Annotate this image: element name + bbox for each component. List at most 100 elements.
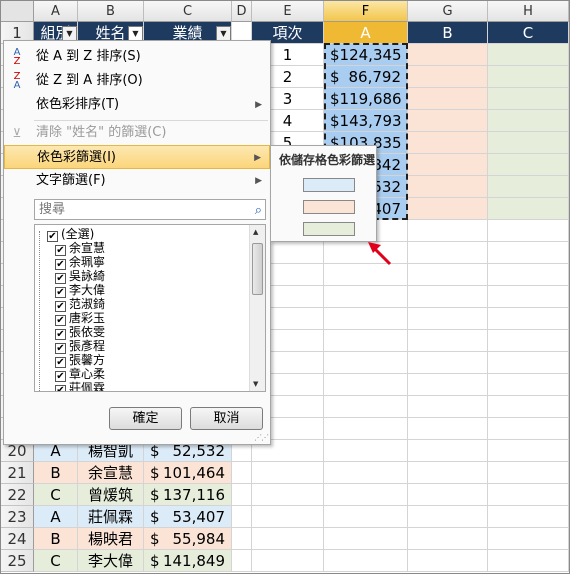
empty-cell[interactable] [488, 484, 569, 506]
empty-cell[interactable] [324, 484, 408, 506]
column-header-d[interactable]: D [232, 1, 252, 22]
list-item[interactable]: ✔ 張彥程 [55, 339, 105, 354]
empty-cell[interactable] [324, 352, 408, 374]
empty-cell[interactable] [408, 396, 488, 418]
row-header[interactable]: 22 [1, 484, 34, 506]
list-item[interactable]: ✔ 莊佩霖 [55, 381, 105, 391]
cell-g[interactable] [408, 154, 488, 176]
empty-cell[interactable] [488, 242, 569, 264]
list-item[interactable]: ✔ 吳詠綺 [55, 269, 105, 284]
column-header-b[interactable]: B [78, 1, 144, 22]
cell-name[interactable]: 曾煖筑 [78, 484, 144, 506]
empty-cell[interactable] [408, 528, 488, 550]
cell-g[interactable] [408, 66, 488, 88]
empty-cell[interactable] [408, 286, 488, 308]
column-header-a[interactable]: A [34, 1, 78, 22]
ok-button[interactable]: 確定 [109, 407, 182, 430]
row-header[interactable]: 25 [1, 550, 34, 572]
cell-name[interactable]: 莊佩霖 [78, 506, 144, 528]
empty-cell[interactable] [408, 418, 488, 440]
checkbox[interactable]: ✔ [55, 385, 66, 391]
cell-h[interactable] [488, 66, 569, 88]
cell-h[interactable] [488, 44, 569, 66]
filter-dropdown-name[interactable]: ▼ [128, 26, 143, 41]
empty-cell[interactable] [252, 550, 324, 572]
empty-cell[interactable] [488, 396, 569, 418]
row-header[interactable]: 21 [1, 462, 34, 484]
empty-cell[interactable] [488, 374, 569, 396]
empty-cell[interactable] [324, 308, 408, 330]
menu-filter-by-color[interactable]: 依色彩篩選(I) ▶ [4, 145, 270, 169]
search-input[interactable]: 搜尋 ⌕ [34, 199, 266, 220]
empty-cell[interactable] [408, 506, 488, 528]
empty-cell[interactable] [324, 396, 408, 418]
color-swatch-blue[interactable] [303, 178, 355, 192]
cell-g[interactable] [408, 198, 488, 220]
menu-sort-za[interactable]: ZA 從 Z 到 A 排序(O) [4, 69, 270, 93]
cell-name[interactable]: 楊映君 [78, 528, 144, 550]
menu-sort-az[interactable]: AZ 從 A 到 Z 排序(S) [4, 45, 270, 69]
list-item[interactable]: ✔ (全選) [47, 227, 94, 242]
column-header-f[interactable]: F [324, 1, 408, 22]
cell-g[interactable] [408, 44, 488, 66]
cancel-button[interactable]: 取消 [190, 407, 263, 430]
list-item[interactable]: ✔ 章心柔 [55, 367, 105, 382]
empty-cell[interactable] [488, 418, 569, 440]
empty-cell[interactable] [488, 264, 569, 286]
row-header[interactable]: 24 [1, 528, 34, 550]
resize-grip-icon[interactable]: ⋰⋰ [254, 433, 269, 442]
cell-group[interactable]: C [34, 550, 78, 572]
empty-cell[interactable] [488, 308, 569, 330]
empty-cell[interactable] [408, 484, 488, 506]
cell-group[interactable]: B [34, 528, 78, 550]
empty-cell[interactable] [408, 440, 488, 462]
list-item[interactable]: ✔ 張馨方 [55, 353, 105, 368]
list-item[interactable]: ✔ 余珮寧 [55, 255, 105, 270]
scroll-down-icon[interactable]: ▼ [253, 380, 258, 388]
cell-amount[interactable]: $101,464 [144, 462, 232, 484]
column-header-h[interactable]: H [488, 1, 569, 22]
empty-cell[interactable] [488, 528, 569, 550]
empty-cell[interactable] [408, 242, 488, 264]
column-header-g[interactable]: G [408, 1, 488, 22]
empty-cell[interactable] [408, 220, 488, 242]
empty-cell[interactable] [252, 528, 324, 550]
cell-group[interactable]: B [34, 462, 78, 484]
cell-group[interactable]: C [34, 484, 78, 506]
empty-cell[interactable] [408, 330, 488, 352]
list-item[interactable]: ✔ 張依雯 [55, 325, 105, 340]
empty-cell[interactable] [232, 506, 252, 528]
empty-cell[interactable] [324, 418, 408, 440]
cell-amount[interactable]: $53,407 [144, 506, 232, 528]
filter-dropdown-group[interactable]: ▼ [62, 26, 77, 41]
empty-cell[interactable] [324, 528, 408, 550]
list-scrollbar[interactable]: ▲ ▼ [249, 225, 265, 391]
cell-amount[interactable]: $137,116 [144, 484, 232, 506]
empty-cell[interactable] [232, 484, 252, 506]
empty-cell[interactable] [408, 352, 488, 374]
empty-cell[interactable] [408, 308, 488, 330]
filter-dropdown-score[interactable]: ▼ [216, 26, 231, 41]
select-all-corner[interactable] [1, 1, 34, 22]
list-item[interactable]: ✔ 唐彩玉 [55, 311, 105, 326]
scroll-up-icon[interactable]: ▲ [253, 228, 258, 236]
empty-cell[interactable] [252, 484, 324, 506]
empty-cell[interactable] [324, 506, 408, 528]
scroll-thumb[interactable] [252, 243, 263, 295]
list-item[interactable]: ✔ 范淑錡 [55, 297, 105, 312]
menu-text-filter[interactable]: 文字篩選(F) ▶ [4, 169, 270, 193]
empty-cell[interactable] [324, 286, 408, 308]
menu-sort-color[interactable]: 依色彩排序(T) ▶ [4, 93, 270, 117]
cell-g[interactable] [408, 110, 488, 132]
empty-cell[interactable] [232, 462, 252, 484]
empty-cell[interactable] [408, 462, 488, 484]
cell-h[interactable] [488, 88, 569, 110]
empty-cell[interactable] [488, 286, 569, 308]
empty-cell[interactable] [488, 330, 569, 352]
color-swatch-peach[interactable] [303, 200, 355, 214]
cell-g[interactable] [408, 176, 488, 198]
cell-h[interactable] [488, 154, 569, 176]
row-header[interactable]: 23 [1, 506, 34, 528]
cell-group[interactable]: A [34, 506, 78, 528]
cell-h[interactable] [488, 176, 569, 198]
